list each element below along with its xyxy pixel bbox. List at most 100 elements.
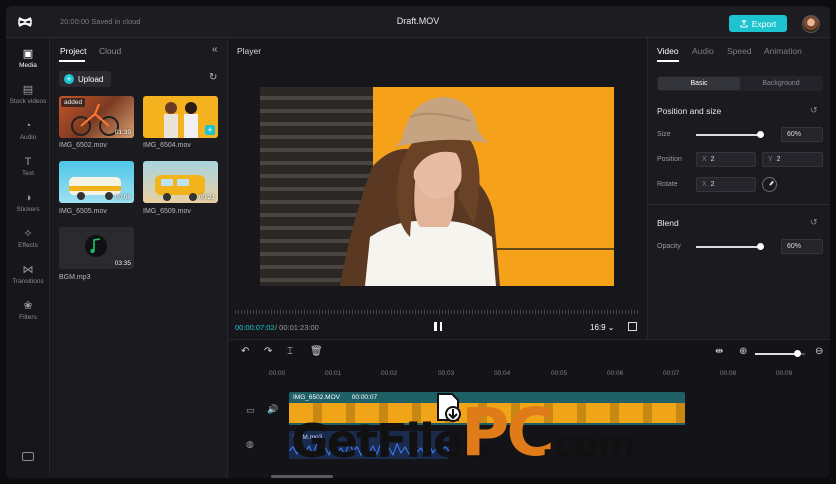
left-nav: ▣ Media ▤ Stock videos ◔ Audio T Text ◑ … [6,38,50,478]
media-name: IMG_6509.mov [143,208,191,215]
media-thumb-img6505[interactable]: 00:06 [59,161,134,203]
nav-item-media[interactable]: ▣ Media [6,48,50,69]
nav-label: Stickers [16,206,40,213]
aspect-ratio-dropdown[interactable]: 16:9 ⌄ [590,323,615,332]
zoom-out-icon[interactable]: ⊖ [815,346,823,357]
position-x-value: 2 [710,156,715,163]
plus-icon: + [64,74,74,84]
tab-underline [657,60,679,62]
opacity-label: Opacity [657,243,681,250]
media-thumb-img6509[interactable]: 00:21 [143,161,218,203]
opacity-slider[interactable] [696,243,764,250]
rotate-field[interactable]: X2 [696,177,756,192]
nav-label: Effects [18,242,38,249]
export-button[interactable]: Export [729,15,787,32]
undo-icon[interactable]: ↶ [241,346,249,357]
segment-background[interactable]: Background [740,77,822,90]
top-bar: 20:00:00 Saved in cloud Draft.MOV Export [6,6,830,38]
effects-icon: ✧ [23,228,33,240]
properties-panel: Video Audio Speed Animation Basic Backgr… [647,38,830,338]
rotate-label: Rotate [657,181,678,188]
stickers-icon: ◑ [24,192,32,204]
redo-icon[interactable]: ↷ [264,346,272,357]
watermark-logo: GetFiles PC .com [291,392,635,471]
snap-icon[interactable]: ⇹ [715,346,723,357]
video-track-icon[interactable]: ▭ [246,405,255,416]
delete-icon[interactable]: 🗑 [310,346,323,357]
tab-underline [59,60,85,62]
nav-item-filters[interactable]: ❀ Filters [6,300,50,321]
volume-icon[interactable]: 🔊 [267,404,278,415]
collapse-panel-icon[interactable]: « [212,44,218,55]
nav-item-audio[interactable]: ◔ Audio [6,120,50,141]
position-y-value: 2 [776,156,781,163]
slider-handle[interactable] [756,131,764,138]
position-y-field[interactable]: Y2 [762,152,823,167]
transitions-icon: ⋈ [22,264,34,276]
nav-label: Filters [19,314,37,321]
download-file-icon [437,393,461,422]
nav-item-stickers[interactable]: ◑ Stickers [6,192,50,213]
slider-fill [755,353,797,355]
ruler-label: 00:06 [607,370,624,377]
zoom-slider[interactable] [755,350,805,357]
ruler-label: 00:03 [438,370,455,377]
slider-handle[interactable] [756,243,764,250]
tab-animation[interactable]: Animation [764,46,802,56]
tab-audio[interactable]: Audio [692,46,714,56]
nav-label: Stock videos [9,98,47,105]
player-panel: Player 00:00:07:02 / 00:01:23:00 16:9 ⌄ [229,38,646,338]
stock-videos-icon: ▤ [22,84,34,96]
audio-icon: ◔ [24,120,32,132]
fullscreen-icon[interactable] [628,322,637,331]
nav-item-transitions[interactable]: ⋈ Transitions [6,264,50,285]
media-thumb-img6502[interactable]: added 01:39 [59,96,134,138]
tab-project[interactable]: Project [60,46,86,56]
segment-basic[interactable]: Basic [658,77,740,90]
pause-icon[interactable] [434,322,442,331]
audio-track-icon[interactable]: ◍ [246,439,254,450]
watermark-text-getfiles: GetFiles [291,414,489,468]
zoom-in-icon[interactable]: ⊕ [739,346,747,357]
slider-handle[interactable] [793,350,801,357]
nav-item-stock-videos[interactable]: ▤ Stock videos [6,84,50,105]
nav-item-effects[interactable]: ✧ Effects [6,228,50,249]
rotate-dial-icon[interactable] [762,177,777,192]
position-size-title: Position and size [657,106,722,116]
media-name: IMG_6505.mov [59,208,107,215]
x-axis-label: X [702,156,707,163]
split-icon[interactable]: ⌶ [287,346,293,357]
tab-video[interactable]: Video [657,46,679,56]
media-thumb-bgm[interactable]: 03:35 [59,227,134,269]
media-icon: ▣ [22,48,34,60]
nav-item-text[interactable]: T Text [6,156,50,177]
size-slider[interactable] [696,131,764,138]
upload-button[interactable]: + Upload [59,71,111,87]
position-label: Position [657,156,682,163]
add-to-timeline-icon[interactable]: + [205,125,215,135]
refresh-icon[interactable]: ↻ [209,72,217,83]
playback-scrubber[interactable] [235,310,639,314]
tab-cloud[interactable]: Cloud [99,46,121,56]
size-label: Size [657,131,671,138]
nav-label: Audio [19,134,37,141]
size-value[interactable]: 60% [781,127,823,142]
video-preview[interactable] [260,87,614,286]
tab-speed[interactable]: Speed [727,46,752,56]
ruler-label: 00:09 [776,370,793,377]
timeline-scrollbar[interactable] [271,475,333,478]
ruler-label: 00:05 [551,370,568,377]
reset-icon[interactable]: ↺ [810,217,818,228]
keyboard-icon[interactable] [22,452,34,461]
reset-icon[interactable]: ↺ [810,105,818,116]
ruler-label: 00:02 [381,370,398,377]
basic-background-toggle: Basic Background [657,76,823,91]
duration: 00:06 [114,194,131,201]
total-time: / 00:01:23:00 [275,323,319,332]
ruler-label: 00:01 [325,370,342,377]
avatar[interactable] [802,15,820,33]
position-x-field[interactable]: X2 [696,152,756,167]
media-thumb-img6504[interactable]: + [143,96,218,138]
nav-label: Media [19,62,37,69]
opacity-value[interactable]: 60% [781,239,823,254]
